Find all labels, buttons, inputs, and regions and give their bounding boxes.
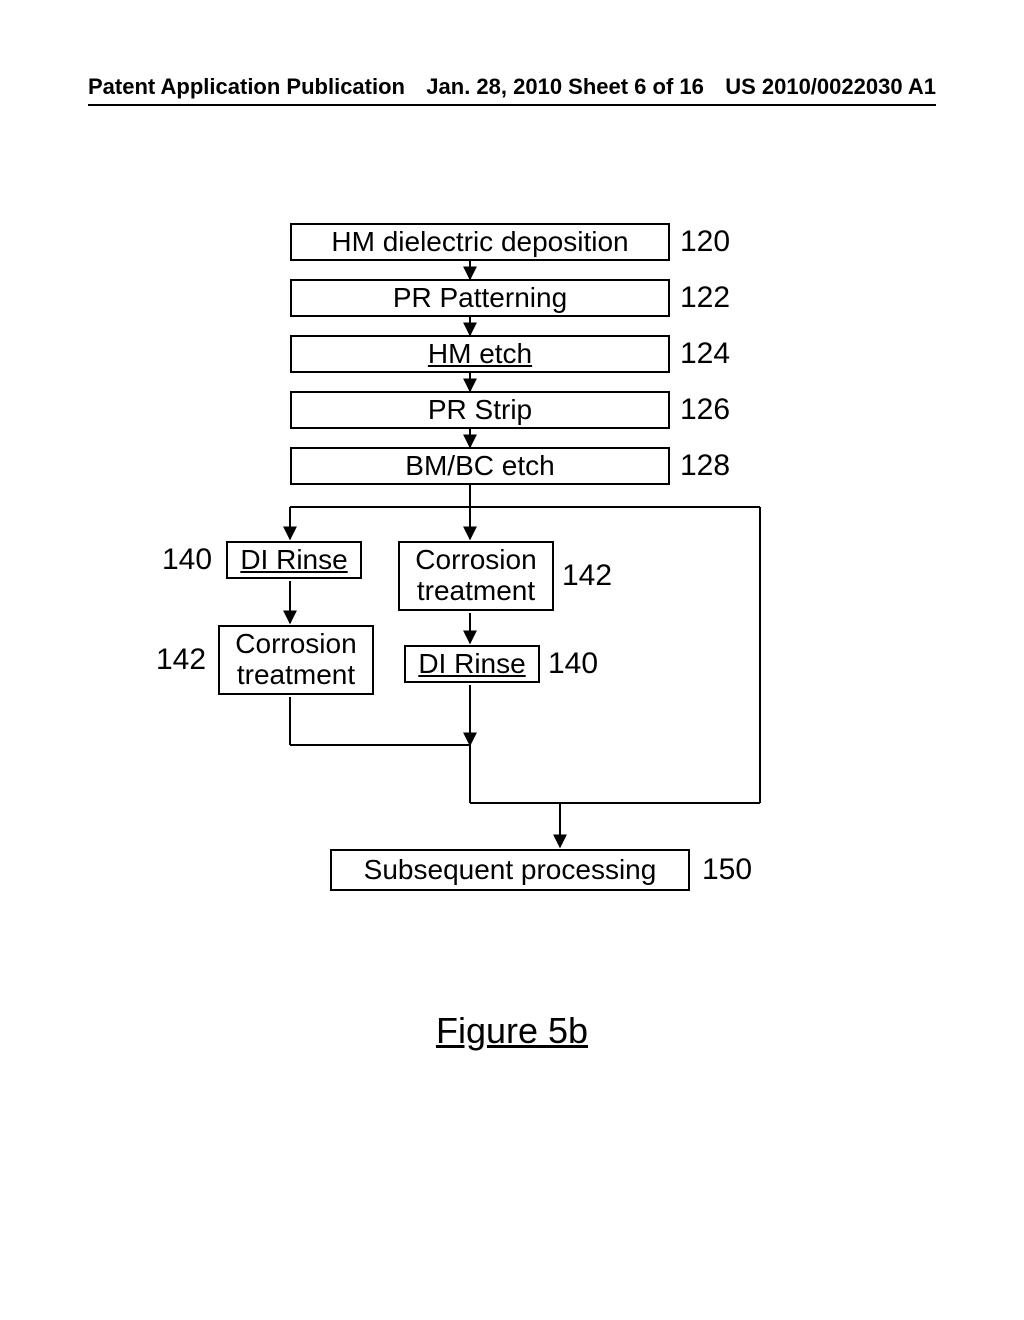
figure-caption: Figure 5b [0, 1010, 1024, 1052]
step-label: PR Strip [428, 395, 532, 426]
step-di-rinse-left: DI Rinse [226, 541, 362, 579]
ref-128: 128 [680, 449, 730, 483]
header-left: Patent Application Publication [88, 74, 405, 100]
header-rule [88, 104, 936, 106]
ref-126: 126 [680, 393, 730, 427]
step-hm-dielectric-deposition: HM dielectric deposition [290, 223, 670, 261]
ref-142-right: 142 [562, 559, 612, 593]
ref-140-right: 140 [548, 647, 598, 681]
step-label: Subsequent processing [364, 855, 657, 886]
flowchart-5b: HM dielectric deposition 120 PR Patterni… [0, 223, 1024, 923]
step-label: DI Rinse [418, 649, 525, 680]
step-label: PR Patterning [393, 283, 567, 314]
ref-120: 120 [680, 225, 730, 259]
ref-122: 122 [680, 281, 730, 315]
step-corrosion-treatment-right: Corrosion treatment [398, 541, 554, 611]
step-subsequent-processing: Subsequent processing [330, 849, 690, 891]
step-label: DI Rinse [240, 545, 347, 576]
step-pr-strip: PR Strip [290, 391, 670, 429]
step-bm-bc-etch: BM/BC etch [290, 447, 670, 485]
step-label: HM etch [428, 339, 532, 370]
step-di-rinse-right: DI Rinse [404, 645, 540, 683]
page-header: Patent Application Publication Jan. 28, … [0, 74, 1024, 106]
header-mid: Jan. 28, 2010 Sheet 6 of 16 [426, 74, 704, 100]
ref-140-left: 140 [162, 543, 212, 577]
step-label: Corrosion treatment [226, 629, 366, 691]
step-label: Corrosion treatment [406, 545, 546, 607]
step-hm-etch: HM etch [290, 335, 670, 373]
step-corrosion-treatment-left: Corrosion treatment [218, 625, 374, 695]
ref-124: 124 [680, 337, 730, 371]
step-pr-patterning: PR Patterning [290, 279, 670, 317]
ref-150: 150 [702, 853, 752, 887]
step-label: BM/BC etch [405, 451, 554, 482]
step-label: HM dielectric deposition [331, 227, 628, 258]
header-right: US 2010/0022030 A1 [725, 74, 936, 100]
ref-142-left: 142 [156, 643, 206, 677]
